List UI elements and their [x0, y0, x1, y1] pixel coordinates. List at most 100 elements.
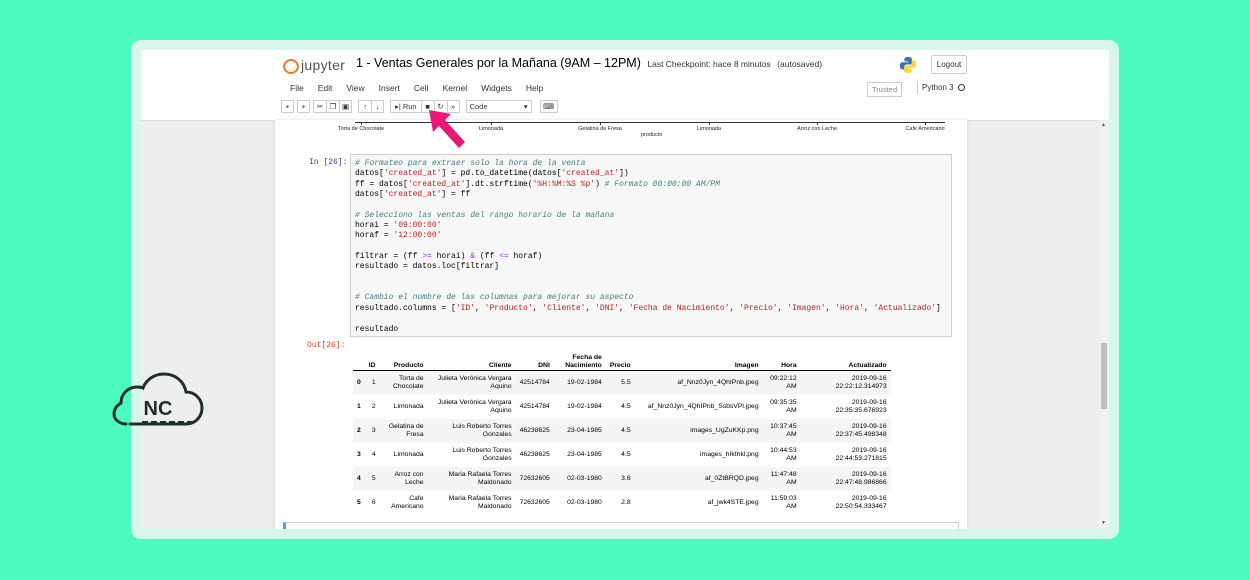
table-cell: af_0ZtBRQD.jpeg: [634, 467, 763, 491]
clipboard-group: ✂ ❐ ▣: [313, 100, 353, 113]
scrollbar-thumb[interactable]: [1101, 343, 1107, 409]
logout-button[interactable]: Logout: [931, 55, 967, 74]
cell-type-select[interactable]: Code ▾: [465, 100, 532, 113]
kernel-idle-icon: [957, 84, 965, 91]
notebook-title[interactable]: 1 - Ventas Generales por la Mañana (9AM …: [356, 56, 641, 70]
table-cell: af_Nnz0Jyn_4QhIPnb_SsbsVPl.jpeg: [647, 403, 759, 410]
table-cell: 5: [364, 467, 380, 491]
browser-window: jupyter 1 - Ventas Generales por la Maña…: [141, 50, 1109, 529]
column-header-id: ID: [364, 348, 380, 371]
table-row: 0 1 Torta de Chocolate Julieta Verónica Ver…: [353, 370, 891, 395]
code-editor[interactable]: # Formateo para extraer solo la hora de …: [355, 159, 941, 335]
autosave-status: (autosaved): [777, 59, 823, 69]
menu-widgets[interactable]: Widgets: [474, 80, 519, 96]
chevron-down-icon: ▾: [523, 102, 528, 111]
copy-button[interactable]: ❐: [326, 100, 339, 113]
table-row: 3 4 Limonada Luis Roberto Torres Gonzales 46…: [353, 443, 891, 467]
move-up-button[interactable]: ↑: [358, 100, 372, 113]
table-cell: 11:47:48 AM: [762, 467, 801, 491]
next-code-cell[interactable]: [283, 522, 959, 529]
trusted-indicator[interactable]: Trusted: [867, 82, 903, 97]
input-prompt: In [26]:: [309, 158, 348, 167]
table-cell: 72632605: [515, 467, 554, 491]
axis-tick: [491, 122, 492, 125]
axis-tick: [817, 122, 818, 125]
axis-tick-label: Limonada: [696, 126, 722, 132]
jupyter-logo-icon: [283, 56, 299, 74]
table-cell: Luis Roberto Torres Gonzales: [427, 419, 516, 443]
table-cell: Limonada: [393, 451, 424, 458]
menu-kernel[interactable]: Kernel: [436, 80, 475, 96]
table-row: 1 2 Limonada Julieta Verónica Vergara Aquin…: [353, 395, 891, 419]
menu-view[interactable]: View: [339, 80, 371, 96]
table-cell: 4.5: [621, 451, 631, 458]
table-cell: Julieta Verónica Vergara Aquino: [427, 370, 516, 395]
menu-edit[interactable]: Edit: [311, 80, 340, 96]
table-cell: 46238625: [515, 419, 554, 443]
table-cell: 4.5: [605, 419, 635, 443]
code-cell-input[interactable]: # Formateo para extraer solo la hora de …: [350, 154, 952, 337]
axis-tick: [709, 122, 710, 125]
jupyter-logo[interactable]: jupyter: [283, 56, 345, 74]
nc-cloud-logo: NC: [112, 372, 204, 426]
copy-icon: ❐: [329, 102, 337, 111]
table-cell: 42514784: [515, 370, 554, 395]
code-line: horai = '09:00:00': [355, 221, 442, 231]
run-button[interactable]: ▸| Run: [390, 100, 421, 113]
step-forward-icon: ▸|: [395, 102, 401, 111]
nc-text: NC: [144, 398, 173, 420]
save-button[interactable]: ▪: [281, 100, 294, 113]
table-cell: 19-02-1984: [553, 370, 606, 395]
table-row: 2 3 Gelatina de Fresa Luis Roberto Torres G…: [353, 419, 891, 443]
command-palette-button[interactable]: ⌨: [539, 100, 558, 113]
code-line: ff = datos['created_at'].dt.strftime('%H…: [355, 179, 720, 189]
axis-tick: [361, 122, 362, 125]
code-line: datos['created_at'] = pd.to_datetime(dat…: [355, 169, 629, 179]
menu-insert[interactable]: Insert: [372, 80, 407, 96]
scroll-down-icon[interactable]: ▼: [1101, 520, 1106, 526]
vertical-scrollbar[interactable]: ▲ ▼: [1099, 120, 1109, 529]
table-cell: af_jwk4STE.jpeg: [707, 499, 759, 506]
table-cell: images_hIkthkl.png: [700, 451, 759, 458]
table-cell: af_Nnz0Jyn_4QhIPnb.jpeg: [634, 370, 763, 395]
kernel-indicator: Python 3: [917, 81, 969, 94]
jupyter-logo-text: jupyter: [301, 57, 346, 73]
table-cell: 3: [364, 419, 380, 443]
menu-cell[interactable]: Cell: [407, 80, 436, 96]
scroll-up-icon[interactable]: ▲: [1101, 122, 1106, 128]
row-index: 5: [357, 499, 361, 506]
dataframe-table: ID Producto Cliente DNI Fecha de Nacimie…: [353, 348, 891, 515]
table-cell: 10:44:53 AM: [770, 447, 797, 462]
row-index: 0: [353, 370, 365, 395]
column-header-actualizado: Actualizado: [800, 348, 891, 371]
table-cell: 4: [371, 451, 376, 458]
table-cell: 02-03-1980: [567, 499, 602, 506]
column-header-precio: Precio: [605, 348, 635, 371]
row-index: 1: [357, 403, 361, 410]
insert-cell-button[interactable]: +: [297, 100, 310, 113]
paste-icon: ▣: [342, 102, 350, 111]
menu-help[interactable]: Help: [519, 80, 550, 96]
paste-button[interactable]: ▣: [339, 100, 353, 113]
index-header: [353, 348, 365, 371]
table-row: 4 5 Arroz con Leche Maria Rafaela Torres Ma…: [353, 467, 891, 491]
table-cell: 4.5: [621, 403, 631, 410]
table-cell: 2019-09-16 22:47:48.986866: [800, 467, 891, 491]
pointer-arrow-icon: [429, 110, 465, 148]
run-label: Run: [402, 102, 417, 111]
menu-file[interactable]: File: [283, 80, 311, 96]
cut-button[interactable]: ✂: [313, 100, 326, 113]
table-cell: 3.6: [605, 467, 635, 491]
table-row: 5 6 Cafe Americano Maria Rafaela Torres Mal…: [353, 491, 891, 515]
table-cell: Torta de Chocolate: [379, 370, 428, 395]
column-header-fecha: Fecha de Nacimiento: [553, 348, 606, 371]
column-header-cliente: Cliente: [427, 348, 516, 371]
move-down-button[interactable]: ↓: [371, 100, 385, 113]
code-line: # Cambio el nombre de las columnas para …: [355, 293, 634, 303]
table-cell: 46238625: [519, 451, 550, 458]
axis-tick-label: Gelatina de Fresa: [578, 126, 622, 132]
